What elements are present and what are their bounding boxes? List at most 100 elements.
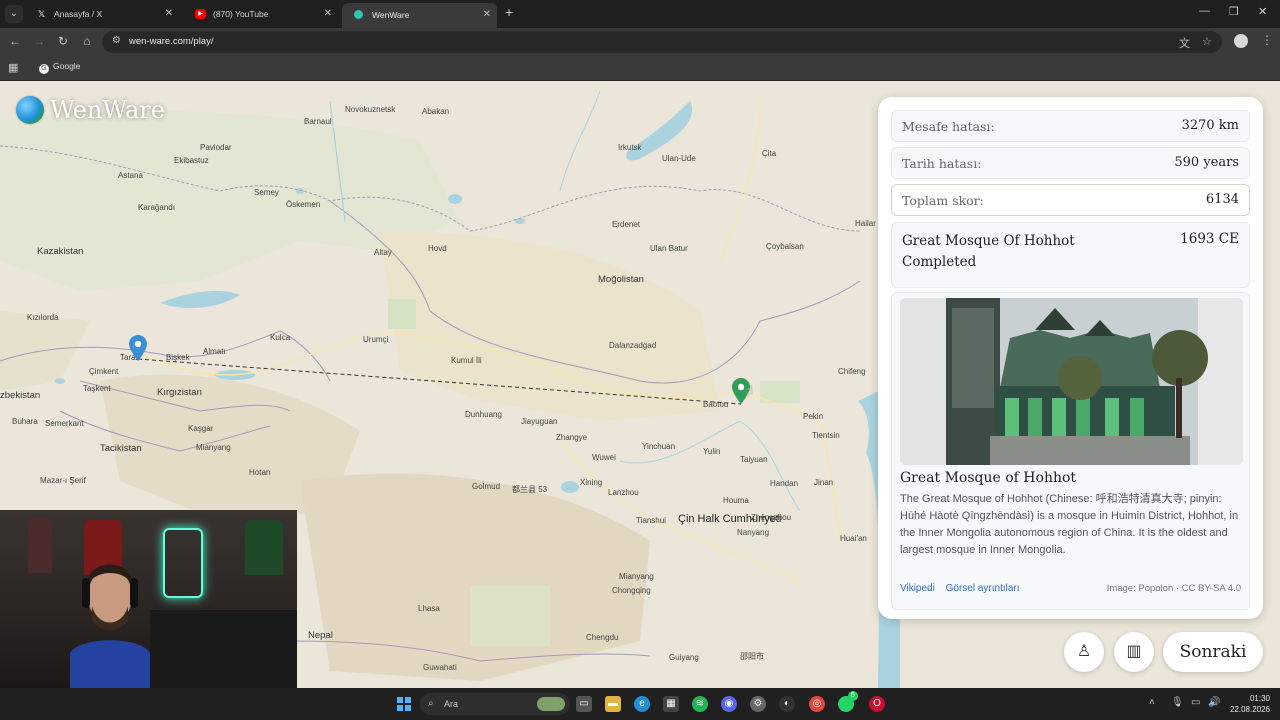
chair-decor bbox=[150, 610, 297, 688]
row-value: 3270 km bbox=[1181, 118, 1239, 133]
bookmark-google[interactable]: G Google bbox=[39, 61, 80, 74]
wikipedia-link[interactable]: Vikipedi bbox=[900, 583, 935, 594]
wenware-logo[interactable]: WenWare bbox=[16, 96, 165, 124]
minimize-icon[interactable]: — bbox=[1199, 5, 1210, 17]
bookmark-label: Google bbox=[53, 61, 81, 71]
microphone-icon[interactable]: 🎙 bbox=[1171, 697, 1184, 708]
volume-icon[interactable]: 🔊 bbox=[1208, 697, 1220, 708]
event-title: Great Mosque Of Hohhot Completed bbox=[902, 233, 1075, 270]
card-links: Vikipedi Görsel ayrıntıları bbox=[900, 583, 1028, 594]
city-label: Guwahati bbox=[423, 663, 457, 672]
jersey-decor bbox=[28, 518, 52, 573]
tab-label: WenWare bbox=[372, 10, 410, 20]
forward-icon[interactable]: → bbox=[31, 34, 47, 48]
chrome-icon[interactable]: ◎ bbox=[809, 696, 825, 712]
city-label: Houma bbox=[723, 496, 749, 505]
hand-cursor-icon: ☝ bbox=[746, 383, 754, 397]
pegman-icon: ♙ bbox=[1076, 643, 1092, 660]
row-key: Mesafe hatası: bbox=[902, 119, 995, 134]
tab-wenware[interactable]: WenWare ✕ bbox=[342, 3, 497, 28]
close-icon[interactable]: ✕ bbox=[165, 2, 173, 26]
widget-icon[interactable] bbox=[537, 697, 565, 711]
map-icon: ▥ bbox=[1126, 643, 1142, 660]
city-label: Chengdu bbox=[586, 633, 619, 642]
profile-avatar[interactable] bbox=[1234, 34, 1248, 48]
home-icon[interactable]: ⌂ bbox=[79, 34, 95, 48]
city-label: Ekibastuz bbox=[174, 156, 209, 165]
city-label: Buhara bbox=[12, 417, 38, 426]
city-label: Irkutsk bbox=[618, 143, 642, 152]
country-label: Kazakistan bbox=[37, 246, 84, 257]
guess-pin-icon[interactable] bbox=[129, 335, 147, 361]
translate-icon[interactable]: 文 bbox=[1179, 35, 1190, 51]
close-icon[interactable]: ✕ bbox=[324, 2, 332, 26]
country-label: Tacikistan bbox=[100, 443, 142, 454]
new-tab-button[interactable]: + bbox=[505, 4, 513, 20]
webcam-overlay bbox=[0, 510, 297, 688]
streetview-button[interactable]: ♙ bbox=[1064, 632, 1104, 672]
search-icon: ⌕ bbox=[428, 698, 434, 709]
tray-expand-icon[interactable]: ˄ bbox=[1149, 697, 1155, 708]
city-label: Baotou bbox=[703, 400, 729, 409]
site-info-icon[interactable]: ⚙ bbox=[112, 35, 121, 46]
total-score-row: Toplam skor: 6134 bbox=[891, 184, 1250, 216]
taskbar: ⌕ Ara ▭ ▬ e ▦ ≋ ◉ ⚙ ◐ ◎ 5 O ˄ 🎙 ▭ 🔊 01:3… bbox=[0, 688, 1280, 720]
jersey-decor bbox=[245, 520, 283, 575]
event-year: 1693 CE bbox=[1180, 231, 1239, 247]
reload-icon[interactable]: ↻ bbox=[55, 34, 71, 48]
whatsapp-badge: 5 bbox=[848, 691, 858, 701]
country-label: Moğolistan bbox=[598, 274, 644, 285]
city-label: Golmud bbox=[472, 482, 501, 491]
tab-strip: ⌄ 𝕏 Anasayfa / X ✕ ▶ (870) YouTube ✕ Wen… bbox=[0, 0, 1280, 28]
opera-icon[interactable]: O bbox=[869, 696, 885, 712]
city-label: Mianyang bbox=[619, 572, 654, 581]
city-label: Nanyang bbox=[737, 528, 770, 537]
city-label: Çimkent bbox=[89, 367, 119, 376]
whatsapp-icon[interactable]: 5 bbox=[838, 691, 858, 712]
discord-icon[interactable]: ◉ bbox=[721, 696, 737, 712]
result-panel: Mesafe hatası: 3270 km Tarih hatası: 590… bbox=[878, 97, 1263, 619]
windows-start-icon[interactable] bbox=[397, 697, 411, 711]
store-icon[interactable]: ▦ bbox=[663, 696, 679, 712]
back-icon[interactable]: ← bbox=[7, 34, 23, 48]
network-icon[interactable]: ▭ bbox=[1191, 697, 1200, 708]
clock-date: 22.08.2026 bbox=[1229, 705, 1270, 714]
spotify-icon[interactable]: ≋ bbox=[692, 696, 708, 712]
logo-text: WenWare bbox=[50, 96, 165, 124]
task-view-icon[interactable]: ▭ bbox=[576, 696, 592, 712]
map-toggle-button[interactable]: ▥ bbox=[1114, 632, 1154, 672]
tab-x[interactable]: 𝕏 Anasayfa / X ✕ bbox=[24, 2, 179, 26]
city-label: Handan bbox=[770, 479, 799, 488]
mosque-photo[interactable] bbox=[900, 298, 1243, 465]
city-label: Jinan bbox=[814, 478, 834, 487]
tab-search-button[interactable]: ⌄ bbox=[5, 5, 23, 23]
city-label: Semey bbox=[254, 188, 279, 197]
city-label: Wuwei bbox=[592, 453, 616, 462]
city-label: Barnaul bbox=[304, 117, 332, 126]
tab-label: (870) YouTube bbox=[213, 9, 269, 19]
city-label: Jiayuguan bbox=[521, 417, 558, 426]
neon-frame-decor bbox=[163, 528, 203, 598]
image-details-link[interactable]: Görsel ayrıntıları bbox=[946, 583, 1020, 594]
city-label: Çoybalsan bbox=[766, 242, 804, 251]
settings-icon[interactable]: ⚙ bbox=[750, 696, 766, 712]
menu-icon[interactable]: ⋮ bbox=[1261, 33, 1273, 47]
apps-grid-icon[interactable]: ▦ bbox=[8, 61, 18, 74]
bookmark-star-icon[interactable]: ☆ bbox=[1202, 35, 1212, 48]
file-explorer-icon[interactable]: ▬ bbox=[605, 696, 621, 712]
app-icon[interactable]: ◐ bbox=[779, 696, 795, 712]
system-clock[interactable]: 01:30 22.08.2026 bbox=[1228, 693, 1270, 715]
google-icon: G bbox=[39, 64, 49, 74]
close-icon[interactable]: ✕ bbox=[483, 3, 491, 27]
edge-icon[interactable]: e bbox=[634, 696, 650, 712]
tab-youtube[interactable]: ▶ (870) YouTube ✕ bbox=[183, 2, 338, 26]
omnibox[interactable]: ⚙ wen-ware.com/play/ 文 ☆ bbox=[102, 31, 1222, 53]
next-button[interactable]: Sonraki bbox=[1163, 632, 1263, 672]
image-credit: Image: Popolon · CC BY-SA 4.0 bbox=[1106, 583, 1241, 594]
restore-icon[interactable]: ❐ bbox=[1229, 5, 1239, 18]
close-window-icon[interactable]: ✕ bbox=[1258, 5, 1267, 18]
city-label: Dunhuang bbox=[465, 410, 502, 419]
url-text[interactable]: wen-ware.com/play/ bbox=[129, 36, 213, 47]
country-label: Kırgızistan bbox=[157, 387, 202, 398]
city-label: Kulca bbox=[270, 333, 291, 342]
